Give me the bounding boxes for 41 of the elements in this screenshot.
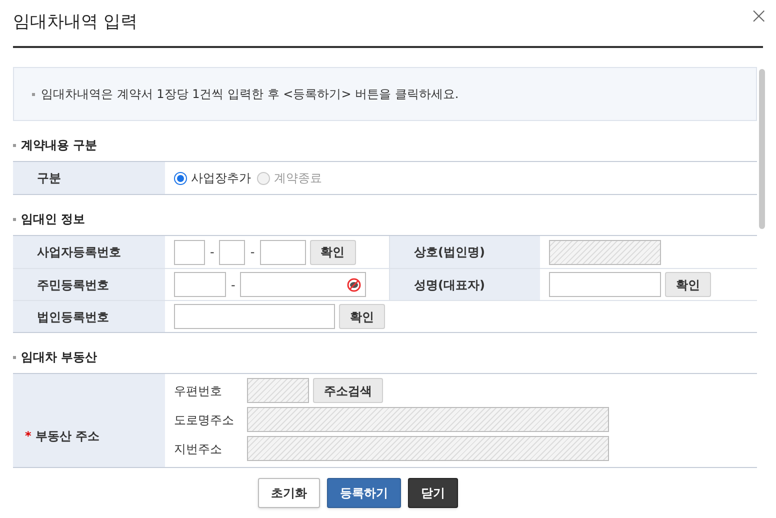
bullet-icon bbox=[13, 144, 16, 146]
section-title: 임대인 정보 bbox=[21, 211, 86, 228]
hidden-eye-icon[interactable] bbox=[347, 278, 362, 292]
dash-separator: - bbox=[210, 244, 214, 261]
input-field[interactable] bbox=[174, 304, 335, 329]
field-label: 우편번호 bbox=[174, 382, 223, 400]
confirm-button[interactable]: 주소검색 bbox=[313, 378, 383, 403]
field-label: 도로명주소 bbox=[174, 412, 235, 428]
dialog-title: 임대차내역 입력 bbox=[13, 11, 138, 34]
input-field[interactable] bbox=[219, 240, 246, 264]
input-field[interactable] bbox=[174, 240, 205, 264]
field-label: 부동산 주소 bbox=[35, 428, 100, 444]
input-field[interactable] bbox=[260, 240, 306, 264]
bullet-icon bbox=[13, 356, 16, 358]
radio-option[interactable]: 사업장추가 bbox=[174, 169, 251, 187]
action-button[interactable]: 닫기 bbox=[408, 478, 458, 508]
notice-text: 임대차내역은 계약서 1장당 1건씩 입력한 후 <등록하기> 버튼을 클릭하세요. bbox=[41, 86, 459, 103]
input-field[interactable] bbox=[174, 272, 226, 297]
field-label: 지번주소 bbox=[174, 440, 223, 458]
field-label: 성명(대표자) bbox=[389, 269, 540, 300]
dash-separator: - bbox=[231, 276, 236, 294]
input-field[interactable] bbox=[549, 272, 661, 297]
bullet-icon bbox=[13, 218, 16, 220]
close-button[interactable]: × bbox=[750, 6, 768, 28]
section-title: 임대차 부동산 bbox=[21, 349, 98, 366]
input-field[interactable] bbox=[240, 272, 366, 297]
field-label: 상호(법인명) bbox=[389, 236, 540, 268]
field-label: 주민등록번호 bbox=[13, 269, 165, 300]
confirm-button[interactable]: 확인 bbox=[310, 240, 356, 264]
section-title: 계약내용 구분 bbox=[21, 137, 98, 154]
dash-separator: - bbox=[250, 244, 255, 261]
action-button[interactable]: 등록하기 bbox=[327, 478, 401, 508]
bullet-icon bbox=[32, 92, 35, 96]
field-label: 사업자등록번호 bbox=[13, 236, 165, 268]
confirm-button[interactable]: 확인 bbox=[665, 272, 711, 297]
confirm-button[interactable]: 확인 bbox=[339, 304, 385, 329]
action-button[interactable]: 초기화 bbox=[258, 478, 320, 508]
scrollbar-thumb[interactable] bbox=[759, 69, 765, 229]
field-label: 구분 bbox=[13, 162, 165, 194]
field-label: 법인등록번호 bbox=[13, 301, 165, 332]
required-mark: * bbox=[25, 428, 32, 444]
